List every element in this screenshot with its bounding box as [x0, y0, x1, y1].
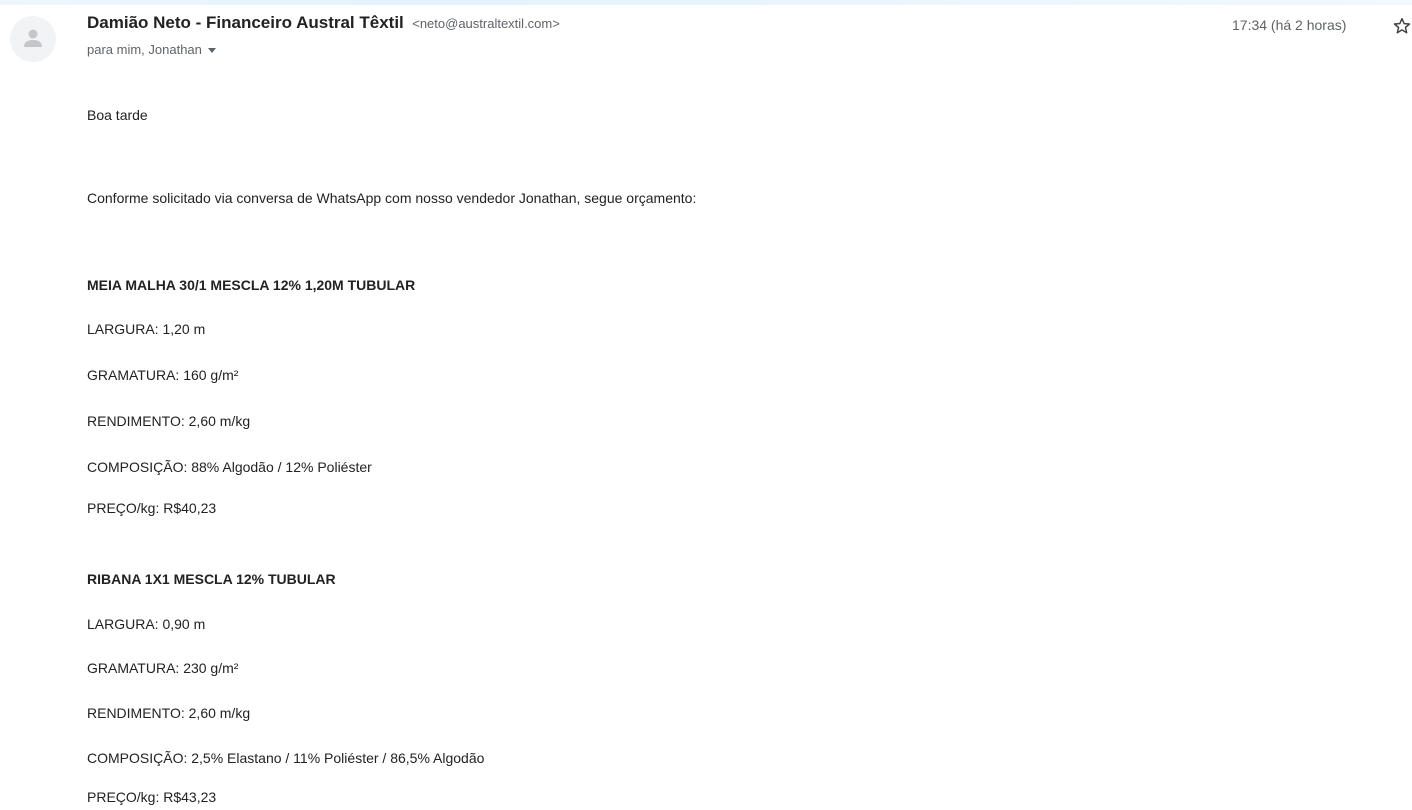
caret-down-icon [207, 48, 216, 54]
product-rendimento: RENDIMENTO: 2,60 m/kg [87, 413, 251, 429]
product-title: MEIA MALHA 30/1 MESCLA 12% 1,20M TUBULAR [87, 277, 416, 293]
product-preco: PREÇO/kg: R$40,23 [87, 500, 217, 516]
person-avatar-icon [24, 29, 42, 47]
sender-line: Damião Neto - Financeiro Austral Têxtil … [87, 13, 560, 33]
intro-text: Conforme solicitado via conversa de What… [87, 190, 697, 206]
sender-email: <neto@australtextil.com> [412, 16, 560, 31]
sender-name[interactable]: Damião Neto - Financeiro Austral Têxtil [87, 13, 404, 32]
product-largura: LARGURA: 0,90 m [87, 616, 206, 632]
recipients-toggle[interactable]: para mim, Jonathan [87, 42, 216, 57]
sender-avatar[interactable] [10, 16, 56, 62]
top-accent-bar [0, 0, 1412, 5]
greeting: Boa tarde [87, 107, 148, 123]
product-gramatura: GRAMATURA: 230 g/m² [87, 660, 239, 676]
product-rendimento: RENDIMENTO: 2,60 m/kg [87, 705, 251, 721]
product-largura: LARGURA: 1,20 m [87, 321, 206, 337]
recipients-label: para mim, Jonathan [87, 42, 202, 57]
product-gramatura: GRAMATURA: 160 g/m² [87, 367, 239, 383]
email-view: Damião Neto - Financeiro Austral Têxtil … [0, 0, 1412, 810]
product-composicao: COMPOSIÇÃO: 2,5% Elastano / 11% Poliéste… [87, 750, 485, 766]
product-title: RIBANA 1X1 MESCLA 12% TUBULAR [87, 571, 336, 587]
email-timestamp: 17:34 (há 2 horas) [1232, 17, 1347, 33]
star-outline-icon [1393, 17, 1411, 34]
product-composicao: COMPOSIÇÃO: 88% Algodão / 12% Poliéster [87, 459, 372, 475]
product-preco: PREÇO/kg: R$43,23 [87, 789, 217, 805]
star-button[interactable] [1392, 16, 1412, 36]
